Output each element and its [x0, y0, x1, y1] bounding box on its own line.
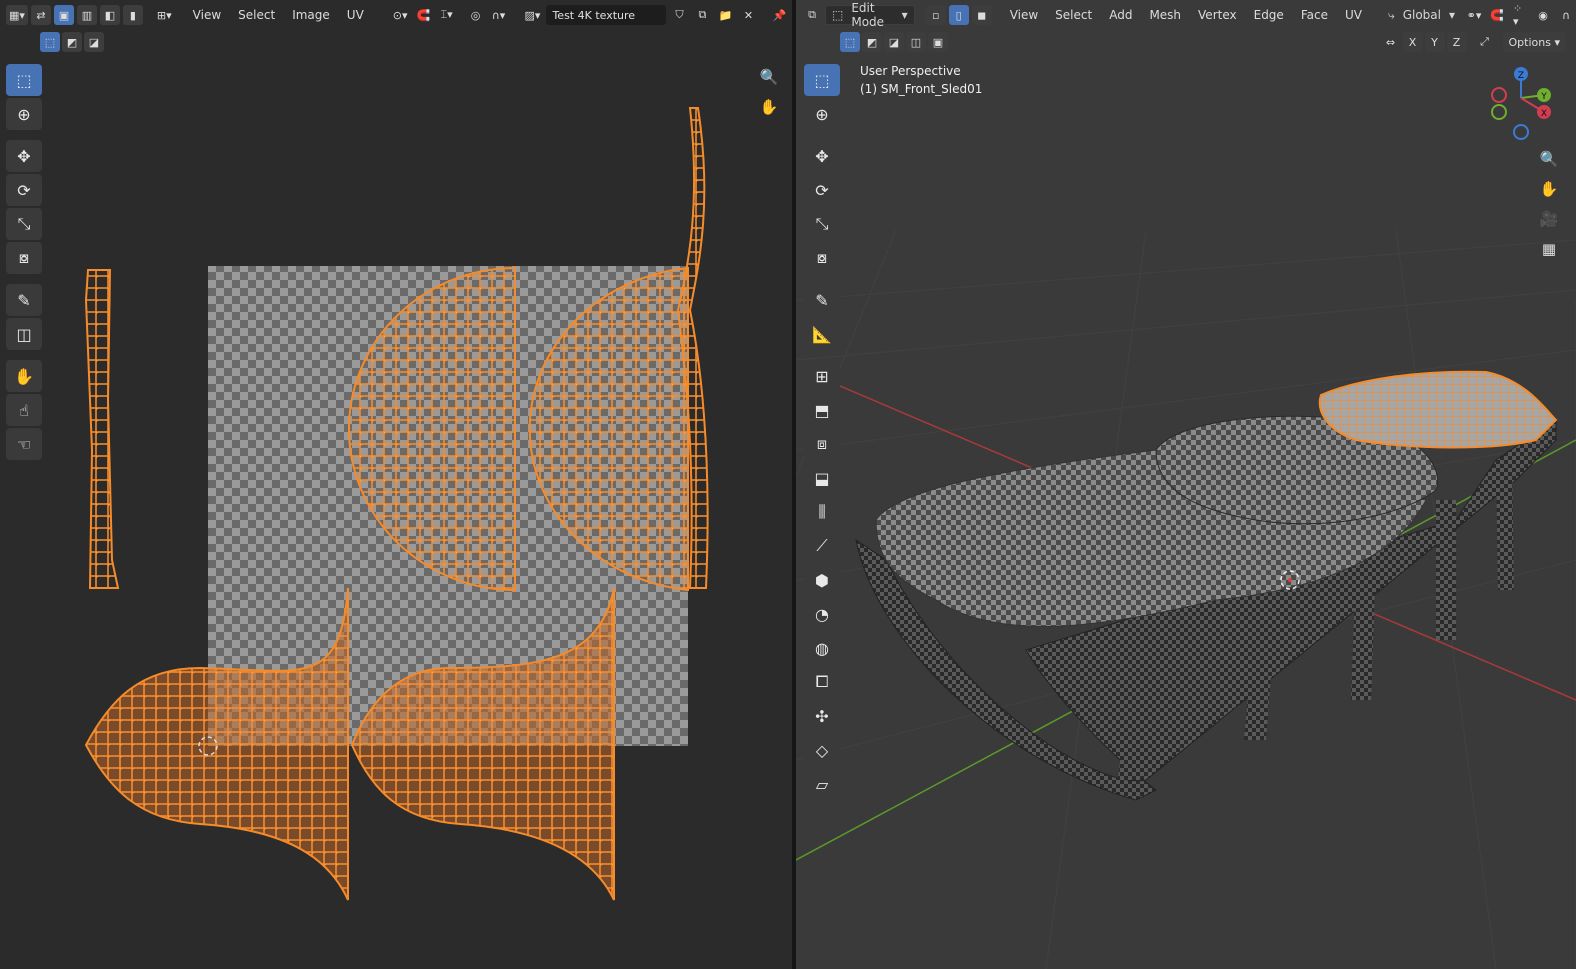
- falloff-icon[interactable]: ∩: [1556, 5, 1576, 25]
- tool-add-cube-icon[interactable]: ⊞: [804, 360, 840, 392]
- select-new-icon[interactable]: ⬚: [840, 32, 860, 52]
- uv-tool-rotate-icon[interactable]: ⟳: [6, 174, 42, 206]
- tool-rip-icon[interactable]: ▱: [804, 768, 840, 800]
- tool-knife-icon[interactable]: ⟋: [804, 530, 840, 562]
- mirror-options-group: ⇔ X Y Z ⤢ Options ▾: [1381, 32, 1566, 52]
- viewport-info-overlay: User Perspective (1) SM_Front_Sled01: [860, 62, 982, 98]
- transform-orientation-dropdown[interactable]: ⤷ Global ▾: [1382, 5, 1461, 25]
- snap-increment-icon[interactable]: ⁘▾: [1510, 2, 1530, 28]
- orientation-icon: ⤷: [1387, 7, 1395, 22]
- uv-tool-scale-icon[interactable]: ⤡: [6, 208, 42, 240]
- chevron-down-icon: ▾: [1448, 8, 1455, 22]
- edge-mode-button[interactable]: ▯: [948, 5, 969, 25]
- options-label: Options: [1508, 35, 1551, 49]
- vp-menu-mesh[interactable]: Mesh: [1142, 8, 1188, 22]
- vertex-mode-button[interactable]: ▫: [925, 5, 946, 25]
- tool-smooth-icon[interactable]: ◍: [804, 632, 840, 664]
- options-button[interactable]: Options ▾: [1502, 32, 1566, 52]
- face-mode-button[interactable]: ◼: [971, 5, 992, 25]
- viewport-editor-icon[interactable]: ⧉: [802, 5, 822, 25]
- camera-view-icon[interactable]: 🎥: [1536, 206, 1562, 232]
- gizmo-x-label: X: [1541, 109, 1547, 119]
- uv-tool-select-box-icon[interactable]: ⬚: [6, 64, 42, 96]
- tool-cursor-icon[interactable]: ⊕: [804, 98, 840, 130]
- uv-toolbar: ⬚ ⊕ ✥ ⟳ ⤡ ⧇ ✎ ◫ ✋ ☝ ☜: [4, 62, 44, 462]
- tool-extrude-icon[interactable]: ⬒: [804, 394, 840, 426]
- vp-menu-add[interactable]: Add: [1102, 8, 1139, 22]
- tool-transform-icon[interactable]: ⧇: [804, 242, 840, 274]
- uv-tool-rip-region-icon[interactable]: ◫: [6, 318, 42, 350]
- vp-menu-vertex[interactable]: Vertex: [1191, 8, 1244, 22]
- vp-select-mode-group: ⬚ ◩ ◪ ◫ ▣: [840, 32, 948, 52]
- mirror-icon: ⇔: [1385, 35, 1396, 49]
- vp-menu-select[interactable]: Select: [1048, 8, 1099, 22]
- active-object-text: (1) SM_Front_Sled01: [860, 82, 983, 96]
- mirror-y-button[interactable]: Y: [1424, 32, 1445, 52]
- select-subtract-icon[interactable]: ◪: [884, 32, 904, 52]
- uv-tool-move-icon[interactable]: ✥: [6, 140, 42, 172]
- gizmo-z-label: Z: [1518, 71, 1524, 81]
- navigation-gizmo[interactable]: Z Y X: [1491, 67, 1551, 140]
- vp-menu-view[interactable]: View: [1003, 8, 1045, 22]
- proportional-edit-icon[interactable]: ◉: [1533, 5, 1553, 25]
- tool-spin-icon[interactable]: ◔: [804, 598, 840, 630]
- tool-poly-build-icon[interactable]: ⬢: [804, 564, 840, 596]
- uv-tool-grab-icon[interactable]: ✋: [6, 360, 42, 392]
- tool-move-icon[interactable]: ✥: [804, 140, 840, 172]
- uv-tool-relax-icon[interactable]: ☝: [6, 394, 42, 426]
- mode-dropdown[interactable]: ⬚ Edit Mode ▾: [825, 1, 915, 29]
- tool-shear-icon[interactable]: ◇: [804, 734, 840, 766]
- tool-inset-icon[interactable]: ⧈: [804, 428, 840, 460]
- mode-label: Edit Mode: [851, 1, 885, 29]
- sled-selected-front: [1318, 370, 1558, 449]
- uv-tool-transform-icon[interactable]: ⧇: [6, 242, 42, 274]
- uv-island-left-strip[interactable]: [84, 269, 120, 589]
- select-extend-icon[interactable]: ◩: [862, 32, 882, 52]
- gizmo-y-label: Y: [1540, 92, 1547, 102]
- tool-bevel-icon[interactable]: ⬓: [804, 462, 840, 494]
- pan-hand-icon[interactable]: ✋: [1536, 176, 1562, 202]
- zoom-icon[interactable]: 🔍: [756, 64, 782, 90]
- uv-editor-pane[interactable]: ▦▾ ⇄ ▣ ▥ ◧ ▮ ⊞▾ View Select Image UV ⊙▾ …: [0, 0, 792, 969]
- zoom-icon[interactable]: 🔍: [1536, 146, 1562, 172]
- vp-menu-edge[interactable]: Edge: [1247, 8, 1291, 22]
- viewport-pane[interactable]: Z Y X ⧉ ⬚ Edit Mode ▾ ▫ ▯ ◼ View Select …: [796, 0, 1576, 969]
- mirror-x-button[interactable]: X: [1402, 32, 1423, 52]
- uv-canvas[interactable]: [0, 0, 792, 969]
- viewport-canvas[interactable]: Z Y X: [796, 0, 1576, 969]
- vp-menu-uv[interactable]: UV: [1338, 8, 1369, 22]
- tool-annotate-icon[interactable]: ✎: [804, 284, 840, 316]
- pan-hand-icon[interactable]: ✋: [756, 94, 782, 120]
- mirror-z-button[interactable]: Z: [1446, 32, 1467, 52]
- tool-shrink-fatten-icon[interactable]: ✣: [804, 700, 840, 732]
- tool-edge-slide-icon[interactable]: ⧠: [804, 666, 840, 698]
- view-name-text: User Perspective: [860, 64, 961, 78]
- uv-tool-cursor-icon[interactable]: ⊕: [6, 98, 42, 130]
- tool-loop-cut-icon[interactable]: ⫼: [804, 496, 840, 528]
- vp-menu-face[interactable]: Face: [1294, 8, 1335, 22]
- perspective-toggle-icon[interactable]: ▦: [1536, 236, 1562, 262]
- tool-measure-icon[interactable]: 📐: [804, 318, 840, 350]
- tool-rotate-icon[interactable]: ⟳: [804, 174, 840, 206]
- snap-icon[interactable]: 🧲: [1487, 5, 1507, 25]
- viewport-header: ⧉ ⬚ Edit Mode ▾ ▫ ▯ ◼ View Select Add Me…: [796, 0, 1576, 30]
- viewport-toolbar: ⬚ ⊕ ✥ ⟳ ⤡ ⧇ ✎ 📐 ⊞ ⬒ ⧈ ⬓ ⫼ ⟋ ⬢ ◔ ◍ ⧠ ✣ ◇ …: [802, 62, 842, 802]
- select-intersect-icon[interactable]: ▣: [928, 32, 948, 52]
- select-difference-icon[interactable]: ◫: [906, 32, 926, 52]
- tool-scale-icon[interactable]: ⤡: [804, 208, 840, 240]
- uv-tool-annotate-icon[interactable]: ✎: [6, 284, 42, 316]
- tool-select-box-icon[interactable]: ⬚: [804, 64, 840, 96]
- orientation-label: Global: [1402, 8, 1441, 22]
- uv-tool-pinch-icon[interactable]: ☜: [6, 428, 42, 460]
- pivot-point-icon[interactable]: ⚭▾: [1464, 5, 1484, 25]
- auto-merge-icon[interactable]: ⤢: [1475, 32, 1495, 52]
- chevron-down-icon: ▾: [901, 8, 908, 22]
- mode-cube-icon: ⬚: [832, 8, 844, 22]
